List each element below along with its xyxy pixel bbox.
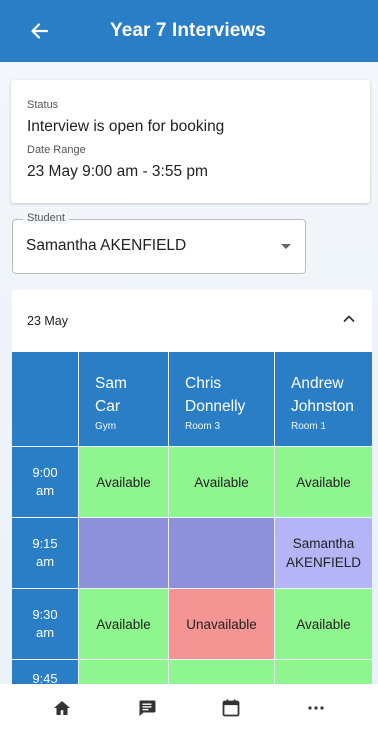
status-card: Status Interview is open for booking Dat… (11, 80, 370, 203)
date-range-value: 23 May 9:00 am - 3:55 pm (27, 163, 208, 180)
dropdown-arrow-icon (281, 244, 291, 249)
slot-cell[interactable]: Available (79, 589, 168, 659)
message-icon (139, 700, 156, 716)
more-icon (308, 705, 324, 710)
date-range-label: Date Range (27, 144, 86, 156)
schedule-grid: Sam Car Gym Chris Donnelly Room 3 Andrew… (12, 352, 372, 684)
calendar-icon (222, 699, 240, 716)
teacher-name-first: Sam (95, 375, 127, 392)
slot-text: Unavailable (186, 616, 257, 632)
student-select-label: Student (23, 212, 69, 224)
day-label: 23 May (27, 314, 68, 328)
time-period: am (35, 625, 55, 640)
time-hour: 9:15 (32, 536, 58, 551)
slot-cell[interactable] (275, 660, 372, 684)
teacher-header: Andrew Johnston Room 1 (275, 352, 372, 446)
slot-cell[interactable]: Available (275, 447, 372, 517)
teacher-room: Room 3 (185, 421, 221, 432)
day-header[interactable]: 23 May (12, 290, 372, 352)
time-hour: 9:30 (32, 607, 58, 622)
slot-cell[interactable]: Available (275, 589, 372, 659)
slot-cell[interactable]: Available (169, 447, 274, 517)
slot-text: Available (296, 474, 351, 490)
teacher-header: Sam Car Gym (79, 352, 168, 446)
slot-text: Available (296, 616, 351, 632)
bottom-nav (0, 684, 378, 731)
teacher-room: Gym (95, 421, 117, 432)
nav-calendar[interactable] (211, 688, 251, 728)
slot-cell[interactable]: Samantha AKENFIELD (275, 518, 372, 588)
slot-cell[interactable] (79, 518, 168, 588)
time-period: am (35, 483, 55, 498)
time-column-header (12, 352, 78, 446)
nav-messages[interactable] (127, 688, 167, 728)
time-slot-label: 9:30 am (12, 589, 78, 659)
slot-cell[interactable] (169, 518, 274, 588)
page-title: Year 7 Interviews (110, 20, 266, 41)
slot-cell[interactable] (79, 660, 168, 684)
slot-text: Available (194, 474, 249, 490)
teacher-name-last: Johnston (291, 398, 354, 415)
slot-text: Available (96, 616, 151, 632)
student-select-value: Samantha AKENFIELD (26, 237, 187, 254)
time-slot-label: 9:45am (12, 660, 78, 684)
teacher-name-last: Donnelly (185, 398, 246, 415)
status-value: Interview is open for booking (27, 118, 225, 135)
chevron-up-icon[interactable] (342, 312, 356, 331)
app-bar: Year 7 Interviews (0, 0, 378, 62)
slot-text: Samantha (292, 536, 355, 551)
home-icon (54, 700, 71, 715)
slot-cell[interactable]: Available (79, 447, 168, 517)
status-label: Status (27, 99, 59, 111)
arrow-left-icon (31, 23, 49, 39)
slot-cell[interactable]: Unavailable (169, 589, 274, 659)
teacher-name-first: Andrew (291, 375, 344, 392)
back-button[interactable] (14, 0, 64, 62)
student-select[interactable]: Student Samantha AKENFIELD (12, 212, 306, 274)
time-period: am (35, 554, 55, 569)
time-hour: 9:45 (32, 671, 58, 684)
time-hour: 9:00 (32, 465, 58, 480)
teacher-room: Room 1 (291, 421, 327, 432)
slot-cell[interactable] (169, 660, 274, 684)
slot-text-2: AKENFIELD (285, 555, 362, 570)
nav-more[interactable] (296, 688, 336, 728)
nav-home[interactable] (42, 688, 82, 728)
slot-text: Available (96, 474, 151, 490)
teacher-name-last: Car (95, 398, 120, 415)
teacher-name-first: Chris (185, 375, 222, 392)
time-slot-label: 9:00 am (12, 447, 78, 517)
teacher-header: Chris Donnelly Room 3 (169, 352, 274, 446)
time-slot-label: 9:15 am (12, 518, 78, 588)
